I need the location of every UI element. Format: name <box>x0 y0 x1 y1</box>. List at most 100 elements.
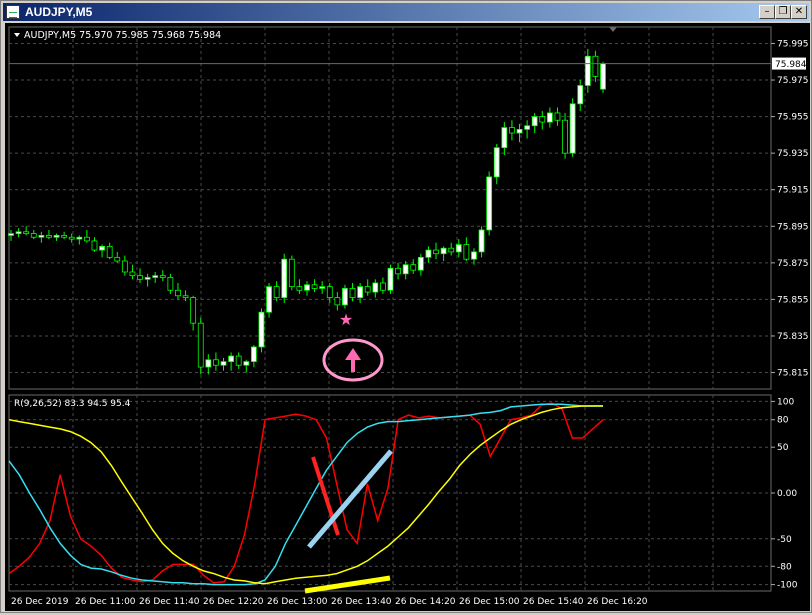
title-bar[interactable]: AUDJPY,M5 – ❐ ✕ <box>3 3 809 21</box>
indicator-label: R(9,26,52) 83.3 94.5 95.4 <box>14 399 131 409</box>
candle-body <box>106 245 113 258</box>
window-title: AUDJPY,M5 <box>25 5 93 19</box>
price-tick-label: 75.915 <box>777 186 809 196</box>
chart-window: AUDJPY,M5 – ❐ ✕ 75.995 75.975 75.955 75.935… <box>0 0 812 613</box>
candle-body <box>91 240 98 251</box>
symbol-info: AUDJPY,M5 75.970 75.985 75.968 75.984 <box>24 30 221 41</box>
candle-body <box>273 286 280 298</box>
candle-body <box>228 355 235 362</box>
indicator-grid <box>9 395 771 591</box>
candle-body <box>372 282 379 293</box>
price-tick-label: 75.895 <box>777 222 809 232</box>
candle-body <box>478 229 485 253</box>
candle-body <box>190 297 197 324</box>
time-label: 26 Dec 16:20 <box>587 597 648 607</box>
indicator-tick-label: -80 <box>777 562 792 572</box>
candle-body <box>562 119 568 154</box>
price-tick-label: 75.975 <box>777 76 809 86</box>
current-price-label: 75.984 <box>775 60 807 70</box>
time-label: 26 Dec 15:00 <box>459 597 520 607</box>
candle-body <box>433 249 439 255</box>
chart-area[interactable]: 75.995 75.975 75.955 75.935 75.915 75.895 75.8… <box>5 23 810 611</box>
minimize-button[interactable]: – <box>759 5 775 19</box>
time-label: 26 Dec 15:40 <box>523 597 584 607</box>
indicator-tick-label: -50 <box>777 535 792 545</box>
price-tick-label: 75.875 <box>777 259 809 269</box>
candle-body <box>8 233 14 236</box>
close-icon: ✕ <box>794 6 804 17</box>
indicator-tick-label: 80 <box>777 416 789 426</box>
candle-body <box>250 346 257 362</box>
time-label: 26 Dec 14:20 <box>395 597 456 607</box>
candle-body <box>516 128 523 134</box>
candle-body <box>357 286 364 298</box>
candle-body <box>395 267 401 275</box>
time-label: 26 Dec 13:40 <box>331 597 392 607</box>
candle-body <box>61 235 68 238</box>
price-grid <box>9 27 771 389</box>
time-label: 26 Dec 2019 <box>11 597 69 607</box>
candle-body <box>68 236 75 240</box>
candle-body <box>167 277 174 291</box>
stoch-slow-line <box>8 405 603 585</box>
stoch-cyan-line <box>8 403 603 586</box>
candle-body <box>326 286 333 298</box>
candle-body <box>15 231 22 234</box>
close-button[interactable]: ✕ <box>791 5 807 19</box>
candle-body <box>205 359 212 368</box>
candle-body <box>288 258 295 288</box>
candle-body <box>402 264 409 275</box>
price-tick-label: 75.835 <box>777 332 809 342</box>
candle-body <box>440 247 447 255</box>
candle-body <box>387 267 394 291</box>
candle-body <box>600 63 606 90</box>
candle-body <box>99 245 105 251</box>
candle-body <box>486 176 493 231</box>
time-label: 26 Dec 11:40 <box>139 597 200 607</box>
candle-body <box>509 127 515 134</box>
candle-body <box>281 258 288 298</box>
candle-body <box>235 355 242 366</box>
candle-body <box>471 251 477 260</box>
candle-body <box>501 127 508 149</box>
candle-body <box>379 282 386 291</box>
candle-body <box>144 277 151 280</box>
candle-body <box>121 260 128 273</box>
restore-icon: ❐ <box>778 6 788 17</box>
candle-body <box>213 359 219 366</box>
red-trend-stroke <box>311 456 340 536</box>
chart-svg[interactable]: 75.995 75.975 75.955 75.935 75.915 75.895 75.8… <box>5 23 810 611</box>
candle-body <box>159 275 166 278</box>
price-tick-label: 75.855 <box>777 295 809 305</box>
candle-body <box>182 295 189 298</box>
candle-body <box>114 256 121 262</box>
minimize-icon: – <box>764 6 770 17</box>
shift-marker-icon[interactable] <box>609 27 617 32</box>
price-tick-label: 75.955 <box>777 113 809 123</box>
candles <box>8 48 606 375</box>
candle-body <box>569 103 576 154</box>
indicator-tick-label: 0.00 <box>777 489 797 499</box>
candle-body <box>23 231 30 234</box>
candle-body <box>83 236 90 242</box>
candle-body <box>493 147 500 178</box>
candle-body <box>311 284 318 289</box>
candle-body <box>364 286 371 293</box>
time-label: 26 Dec 12:20 <box>203 597 264 607</box>
time-label: 26 Dec 13:00 <box>267 597 328 607</box>
candle-body <box>584 55 591 86</box>
candle-body <box>30 233 37 238</box>
indicator-tick-label: 100 <box>777 397 794 407</box>
dropdown-icon[interactable] <box>14 33 20 37</box>
candle-body <box>137 275 143 280</box>
candle-body <box>334 297 341 306</box>
candle-body <box>197 322 204 368</box>
restore-button[interactable]: ❐ <box>775 5 791 19</box>
time-axis: 26 Dec 2019 26 Dec 11:00 26 Dec 11:40 26 De… <box>11 597 648 607</box>
candle-body <box>448 247 455 253</box>
candle-body <box>455 244 462 253</box>
candle-body <box>296 286 303 291</box>
candle-body <box>342 288 348 306</box>
time-label: 26 Dec 11:00 <box>75 597 136 607</box>
candle-body <box>243 361 250 366</box>
